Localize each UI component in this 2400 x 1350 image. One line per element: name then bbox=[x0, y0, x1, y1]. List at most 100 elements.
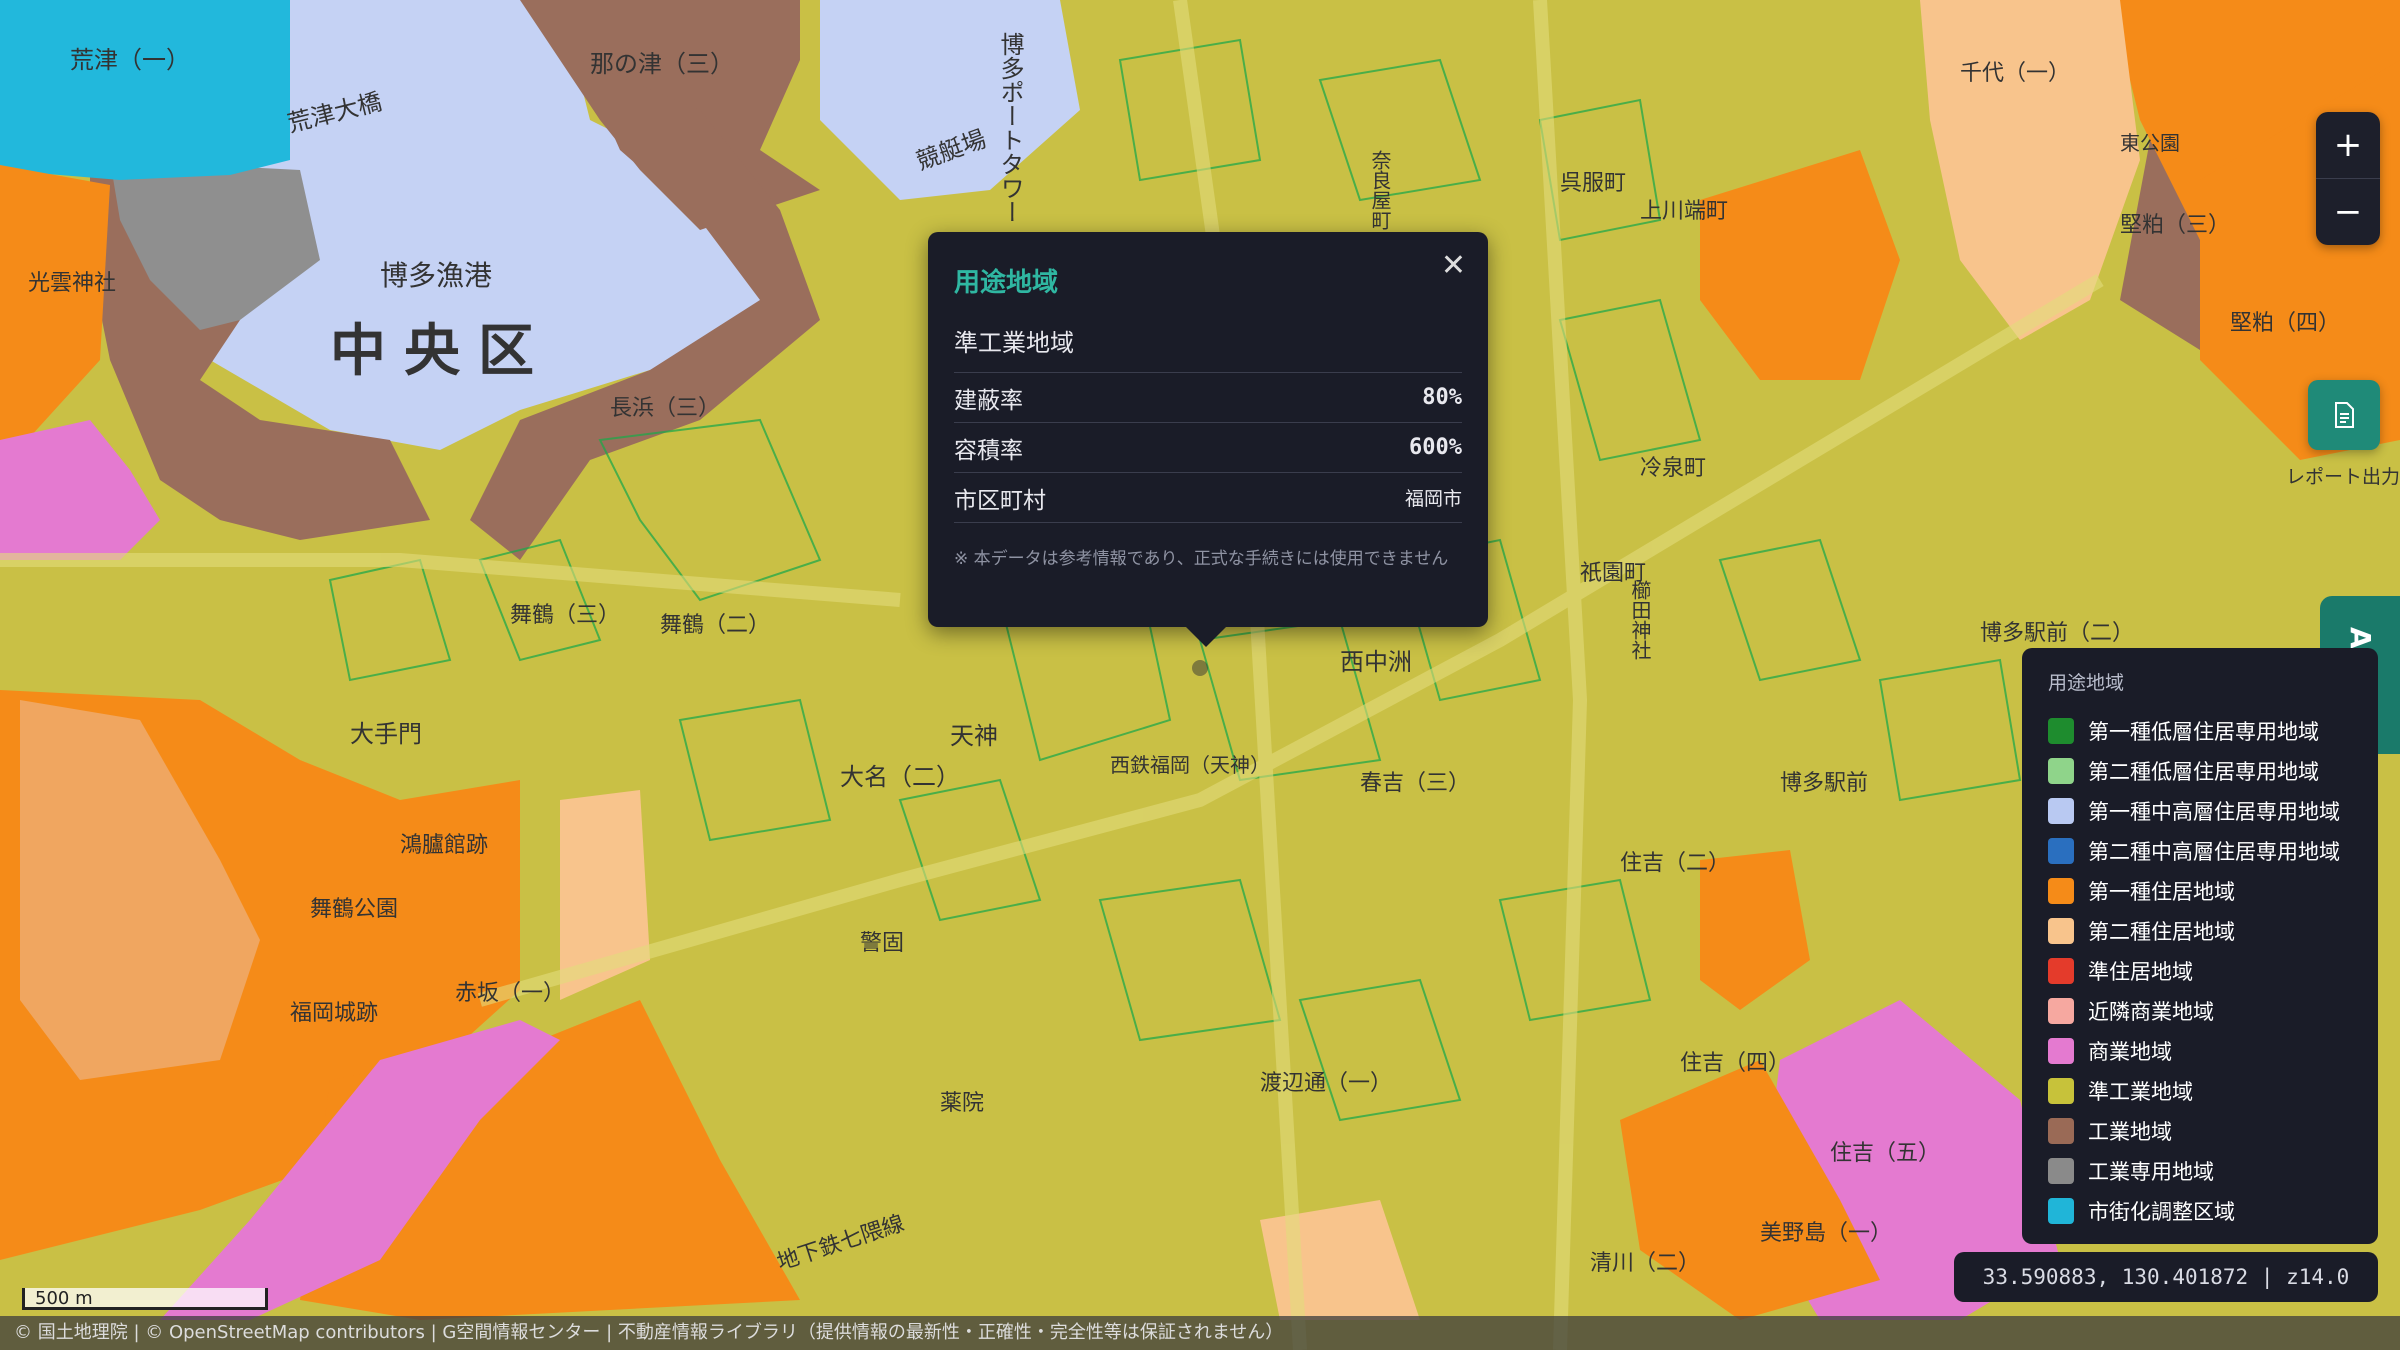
map-attribution: © 国土地理院 | © OpenStreetMap contributors |… bbox=[0, 1316, 2400, 1350]
far-label: 容積率 bbox=[954, 437, 1023, 464]
municipality-value: 福岡市 bbox=[1404, 488, 1462, 510]
legend-label: 工業専用地域 bbox=[2088, 1160, 2214, 1184]
legend-label: 第二種住居地域 bbox=[2088, 920, 2235, 944]
legend-item: 第二種住居地域 bbox=[2048, 911, 2352, 951]
higashi-label: 東公園 bbox=[2120, 131, 2180, 155]
maizuru-park-label: 舞鶴公園 bbox=[310, 897, 398, 922]
legend-label: 第一種中高層住居専用地域 bbox=[2088, 800, 2340, 824]
nishitetsu-label: 西鉄福岡（天神） bbox=[1110, 753, 1270, 777]
legend-swatch bbox=[2048, 1078, 2074, 1104]
legend-swatch bbox=[2048, 718, 2074, 744]
report-button[interactable] bbox=[2308, 380, 2380, 450]
legend-swatch bbox=[2048, 1198, 2074, 1224]
kourokan-label: 鴻臚館跡 bbox=[400, 833, 488, 858]
legend-label: 工業地域 bbox=[2088, 1120, 2172, 1144]
haruyoshi-label: 春吉（三） bbox=[1360, 771, 1470, 796]
fukuoka-castle-label: 福岡城跡 bbox=[290, 1001, 378, 1026]
popup-zone-name: 準工業地域 bbox=[954, 323, 1462, 373]
sumiyoshi4-label: 住吉（四） bbox=[1680, 1051, 1790, 1076]
nakasu-label: 西中洲 bbox=[1340, 648, 1412, 676]
reisen-label: 冷泉町 bbox=[1640, 456, 1706, 481]
kamikawabata-label: 上川端町 bbox=[1640, 199, 1728, 224]
coverage-value: 80% bbox=[1422, 385, 1462, 410]
legend-label: 近隣商業地域 bbox=[2088, 1000, 2214, 1024]
legend-swatch bbox=[2048, 758, 2074, 784]
legend-items: 第一種低層住居専用地域 第二種低層住居専用地域 第一種中高層住居専用地域 第二種中高層… bbox=[2048, 711, 2352, 1231]
hakata-station-label: 博多駅前 bbox=[1780, 771, 1868, 796]
sumiyoshi-label: 住吉（二） bbox=[1620, 851, 1730, 876]
coordinate-readout: 33.590883, 130.401872 | z14.0 bbox=[1954, 1252, 2378, 1302]
legend-label: 商業地域 bbox=[2088, 1040, 2172, 1064]
muromachi-label: 奈良屋町 bbox=[1368, 150, 1392, 230]
legend-item: 第一種中高層住居専用地域 bbox=[2048, 791, 2352, 831]
district-label: 中央区 bbox=[330, 319, 552, 384]
legend-swatch bbox=[2048, 1158, 2074, 1184]
minoshima-label: 美野島（一） bbox=[1760, 1221, 1892, 1246]
popup-row-far: 容積率 600% bbox=[954, 423, 1462, 473]
gofukumachi-label: 呉服町 bbox=[1560, 171, 1626, 196]
legend-swatch bbox=[2048, 998, 2074, 1024]
chiyo-label: 千代（一） bbox=[1960, 61, 2070, 86]
zoning-info-popup: ✕ 用途地域 準工業地域 建蔽率 80% 容積率 600% 市区町村 福岡市 ※… bbox=[928, 232, 1488, 647]
legend-item: 商業地域 bbox=[2048, 1031, 2352, 1071]
legend-label: 市街化調整区域 bbox=[2088, 1200, 2235, 1224]
fishing-port-label: 博多漁港 bbox=[380, 259, 492, 292]
daimyo-label: 大名（二） bbox=[840, 763, 960, 791]
legend-item: 準工業地域 bbox=[2048, 1071, 2352, 1111]
legend-item: 第二種中高層住居専用地域 bbox=[2048, 831, 2352, 871]
scale-bar: 500 m bbox=[22, 1288, 268, 1310]
popup-title: 用途地域 bbox=[954, 268, 1059, 298]
municipality-label: 市区町村 bbox=[954, 487, 1046, 514]
far-value: 600% bbox=[1409, 435, 1462, 460]
legend-item: 市街化調整区域 bbox=[2048, 1191, 2352, 1231]
popup-disclaimer: ※ 本データは参考情報であり、正式な手続きには使用できません bbox=[954, 549, 1449, 569]
koun-shrine-label: 光雲神社 bbox=[28, 271, 116, 296]
zoom-controls: + − bbox=[2316, 112, 2380, 245]
legend-label: 準住居地域 bbox=[2088, 960, 2193, 984]
ekimae-label: 博多駅前（二） bbox=[1980, 621, 2134, 646]
zone-urbanization-control bbox=[0, 0, 290, 180]
popup-row-municipality: 市区町村 福岡市 bbox=[954, 473, 1462, 523]
keigo-label: 警固 bbox=[860, 931, 904, 956]
selected-point-marker bbox=[1192, 660, 1208, 676]
legend-label: 第一種低層住居専用地域 bbox=[2088, 720, 2319, 744]
legend-swatch bbox=[2048, 878, 2074, 904]
tenjin-label: 天神 bbox=[950, 722, 998, 750]
legend-label: 第一種住居地域 bbox=[2088, 880, 2235, 904]
legend-swatch bbox=[2048, 1118, 2074, 1144]
nanotsu-label: 那の津（三） bbox=[590, 50, 734, 78]
zoom-out-button[interactable]: − bbox=[2316, 178, 2380, 245]
close-icon[interactable]: ✕ bbox=[1441, 248, 1466, 283]
kushida-label: 櫛田神社 bbox=[1628, 580, 1652, 660]
zoom-in-button[interactable]: + bbox=[2316, 112, 2380, 178]
legend-item: 近隣商業地域 bbox=[2048, 991, 2352, 1031]
tower-label: 博多ポートタワー bbox=[996, 32, 1024, 224]
legend-label: 第二種低層住居専用地域 bbox=[2088, 760, 2319, 784]
nagahama-label: 長浜（三） bbox=[610, 396, 720, 421]
akasaka-label: 赤坂（一） bbox=[455, 981, 565, 1006]
maizuru-label: 舞鶴（三） bbox=[510, 603, 620, 628]
legend-swatch bbox=[2048, 838, 2074, 864]
watanabe-label: 渡辺通（一） bbox=[1260, 1071, 1392, 1096]
document-icon bbox=[2335, 402, 2354, 428]
coverage-label: 建蔽率 bbox=[954, 387, 1023, 414]
katakasu-label: 堅粕（三） bbox=[2120, 213, 2230, 238]
legend-swatch bbox=[2048, 798, 2074, 824]
legend-item: 準住居地域 bbox=[2048, 951, 2352, 991]
legend-item: 工業地域 bbox=[2048, 1111, 2352, 1151]
zoning-legend: 用途地域 第一種低層住居専用地域 第二種低層住居専用地域 第一種中高層住居専用地域第… bbox=[2022, 648, 2378, 1244]
popup-row-coverage: 建蔽率 80% bbox=[954, 373, 1462, 423]
legend-label: 準工業地域 bbox=[2088, 1080, 2193, 1104]
legend-item: 第二種低層住居専用地域 bbox=[2048, 751, 2352, 791]
legend-label: 第二種中高層住居専用地域 bbox=[2088, 840, 2340, 864]
legend-swatch bbox=[2048, 918, 2074, 944]
report-label: レポート出力 bbox=[2286, 466, 2400, 488]
ote-label: 大手門 bbox=[350, 720, 422, 748]
legend-title: 用途地域 bbox=[2048, 672, 2125, 694]
sumiyoshi5-label: 住吉（五） bbox=[1830, 1141, 1940, 1166]
legend-swatch bbox=[2048, 1038, 2074, 1064]
yakuin-label: 薬院 bbox=[940, 1091, 984, 1116]
legend-item: 第一種住居地域 bbox=[2048, 871, 2352, 911]
katakasu4-label: 堅粕（四） bbox=[2230, 311, 2340, 336]
legend-swatch bbox=[2048, 958, 2074, 984]
